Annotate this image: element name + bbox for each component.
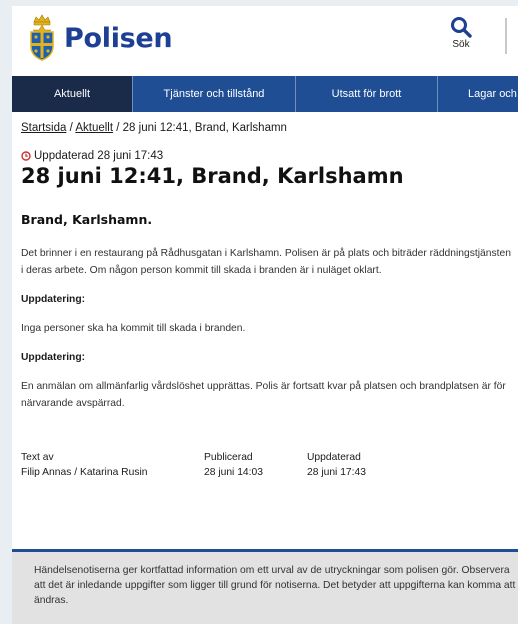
breadcrumb: Startsida / Aktuellt / 28 juni 12:41, Br…	[21, 122, 512, 134]
article-paragraph-2: Inga personer ska ha kommit till skada i…	[21, 323, 246, 334]
updated-text: Uppdaterad 28 juni 17:43	[34, 150, 164, 162]
meta-author-label: Text av	[21, 452, 54, 463]
nav-item-lagar[interactable]: Lagar och	[438, 76, 518, 112]
clock-icon	[21, 151, 31, 161]
meta-updated: Uppdaterad 28 juni 17:43	[307, 450, 366, 480]
update-heading-1: Uppdatering:	[21, 294, 86, 305]
article-title: 28 juni 12:41, Brand, Karlshamn	[21, 164, 404, 188]
updated-indicator: Uppdaterad 28 juni 17:43	[21, 150, 512, 162]
police-crest-logo	[30, 14, 54, 61]
site-logo[interactable]: Polisen	[25, 14, 173, 62]
notice-text: Händelsenotiserna ger kortfattad informa…	[34, 565, 516, 606]
meta-published-value: 28 juni 14:03	[204, 467, 263, 478]
article-meta: Text av Filip Annas / Katarina Rusin Pub…	[21, 450, 512, 480]
page: Polisen Sök Aktuellt Tjänster och tillst…	[12, 6, 518, 624]
brand-name: Polisen	[64, 22, 173, 54]
meta-updated-value: 28 juni 17:43	[307, 467, 366, 478]
meta-updated-label: Uppdaterad	[307, 452, 361, 463]
breadcrumb-current: / 28 juni 12:41, Brand, Karlshamn	[113, 122, 287, 134]
nav-item-tjanster[interactable]: Tjänster och tillstånd	[133, 76, 296, 112]
meta-author-value: Filip Annas / Katarina Rusin	[21, 467, 148, 478]
site-header: Polisen Sök	[12, 6, 518, 76]
search-button[interactable]: Sök	[444, 16, 478, 50]
main-nav: Aktuellt Tjänster och tillstånd Utsatt f…	[12, 76, 518, 112]
search-label: Sök	[452, 39, 470, 50]
article-paragraph-1: Det brinner i en restaurang på Rådhusgat…	[21, 248, 511, 276]
info-notice: Händelsenotiserna ger kortfattad informa…	[12, 549, 518, 624]
article-content: Startsida / Aktuellt / 28 juni 12:41, Br…	[12, 112, 518, 480]
meta-published: Publicerad 28 juni 14:03	[204, 450, 307, 480]
breadcrumb-separator: /	[66, 122, 76, 134]
header-divider	[505, 18, 507, 54]
search-icon	[451, 17, 472, 38]
nav-item-aktuellt[interactable]: Aktuellt	[12, 76, 133, 112]
nav-item-utsatt[interactable]: Utsatt för brott	[296, 76, 438, 112]
breadcrumb-startsida[interactable]: Startsida	[21, 122, 66, 134]
article-paragraph-3: En anmälan om allmänfarlig vårdslöshet u…	[21, 381, 506, 409]
meta-published-label: Publicerad	[204, 452, 253, 463]
meta-author: Text av Filip Annas / Katarina Rusin	[21, 450, 204, 480]
update-heading-2: Uppdatering:	[21, 352, 86, 363]
article-lead: Brand, Karlshamn.	[21, 212, 153, 227]
breadcrumb-aktuellt[interactable]: Aktuellt	[75, 122, 113, 134]
